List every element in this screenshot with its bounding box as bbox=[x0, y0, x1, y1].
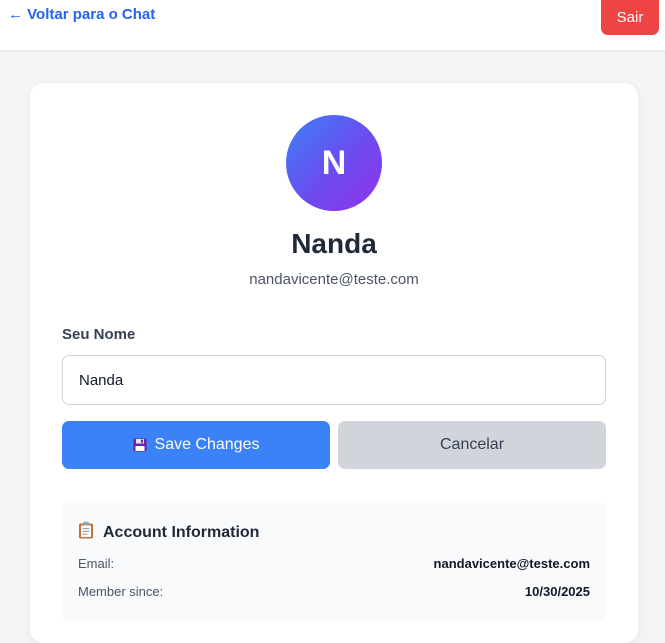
info-label: Member since: bbox=[78, 584, 164, 599]
profile-card: N Nanda nandavicente@teste.com Seu Nome … bbox=[30, 83, 638, 643]
info-label: Email: bbox=[78, 556, 115, 571]
avatar: N bbox=[286, 115, 382, 211]
info-row-email: Email: nandavicente@teste.com bbox=[78, 556, 590, 571]
clipboard-icon bbox=[78, 521, 94, 544]
account-info-title: Account Information bbox=[103, 523, 260, 541]
info-value: 10/30/2025 bbox=[524, 584, 590, 599]
name-field-label: Seu Nome bbox=[62, 326, 136, 343]
save-changes-button[interactable]: Save Changes bbox=[62, 421, 330, 469]
save-button-label: Save Changes bbox=[154, 436, 260, 453]
profile-email: nandavicente@teste.com bbox=[249, 271, 419, 288]
logout-button[interactable]: Sair bbox=[601, 0, 659, 35]
account-info-panel: Account Information Email: nandavicente@… bbox=[62, 501, 606, 621]
account-info-heading: Account Information bbox=[78, 521, 259, 544]
name-input[interactable] bbox=[62, 355, 606, 405]
back-to-chat-link[interactable]: ← Voltar para o Chat bbox=[8, 6, 155, 23]
cancel-button[interactable]: Cancelar bbox=[338, 421, 606, 469]
floppy-disk-icon bbox=[133, 438, 147, 452]
top-bar: ← Voltar para o Chat Sair bbox=[0, 0, 665, 50]
profile-name: Nanda bbox=[291, 228, 377, 259]
info-row-member-since: Member since: 10/30/2025 bbox=[78, 584, 590, 599]
info-value: nandavicente@teste.com bbox=[433, 556, 590, 571]
